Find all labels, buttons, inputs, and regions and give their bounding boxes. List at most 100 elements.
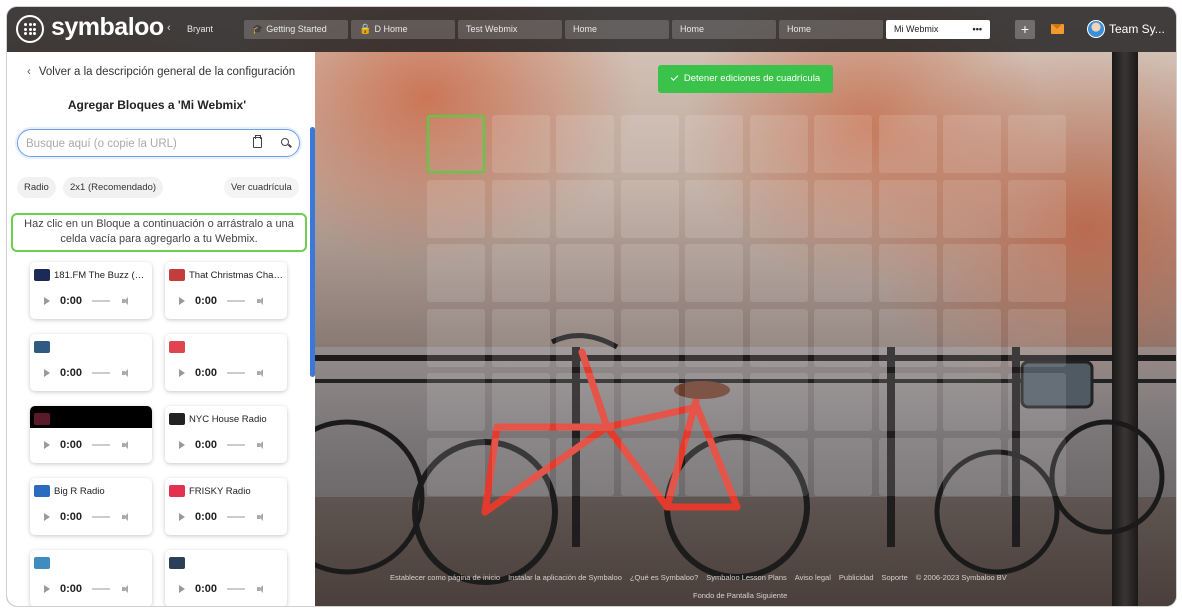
grid-cell[interactable] — [427, 437, 485, 496]
seek-bar[interactable] — [227, 444, 245, 446]
grid-cell[interactable] — [685, 115, 743, 173]
seek-bar[interactable] — [227, 516, 245, 518]
grid-cell[interactable] — [814, 115, 872, 173]
grid-cell[interactable] — [749, 244, 808, 302]
mail-icon[interactable] — [1051, 24, 1064, 34]
avatar[interactable] — [1087, 20, 1105, 38]
footer-link[interactable]: Establecer como página de inicio — [390, 573, 500, 582]
volume-icon[interactable] — [257, 513, 266, 521]
seek-bar[interactable] — [92, 444, 110, 446]
footer-link[interactable]: Instalar la aplicación de Symbaloo — [508, 573, 622, 582]
back-to-settings-link[interactable]: ‹ Volver a la descripción general de la c… — [27, 66, 295, 78]
tab-home-3[interactable]: Home — [779, 20, 883, 39]
grid-cell[interactable] — [620, 308, 679, 367]
grid-cell[interactable] — [749, 179, 808, 238]
grid-cell[interactable] — [427, 308, 485, 367]
grid-cell[interactable] — [878, 373, 937, 431]
seek-bar[interactable] — [92, 516, 110, 518]
station-card[interactable]: NYC House Radio 0:00 — [165, 406, 287, 463]
user-name[interactable]: Team Sy... — [1109, 22, 1165, 36]
grid-cell[interactable] — [685, 437, 743, 496]
volume-icon[interactable] — [257, 369, 266, 377]
volume-icon[interactable] — [257, 297, 266, 305]
grid-cell[interactable] — [491, 437, 550, 496]
chevron-left-icon[interactable]: ‹ — [167, 22, 171, 34]
volume-icon[interactable] — [122, 369, 131, 377]
seek-bar[interactable] — [92, 300, 110, 302]
station-card[interactable]: Big R Radio 0:00 — [30, 478, 152, 535]
tab-user-webmix[interactable]: Bryant — [179, 20, 249, 39]
footer-link[interactable]: Soporte — [882, 573, 908, 582]
grid-cell[interactable] — [814, 373, 872, 431]
play-icon[interactable] — [179, 441, 185, 449]
volume-icon[interactable] — [257, 585, 266, 593]
grid-cell[interactable] — [685, 244, 743, 302]
grid-cell[interactable] — [749, 115, 808, 173]
grid-cell[interactable] — [1007, 308, 1066, 367]
grid-cell[interactable] — [620, 179, 679, 238]
grid-cell[interactable] — [1007, 244, 1066, 302]
station-card[interactable]: 0:00 — [165, 334, 287, 391]
station-card[interactable]: 0:00 — [30, 550, 152, 606]
footer-link[interactable]: Symbaloo Lesson Plans — [706, 573, 786, 582]
grid-cell[interactable] — [878, 179, 937, 238]
grid-cell[interactable] — [685, 308, 743, 367]
grid-cell[interactable] — [1007, 115, 1066, 173]
grid-cell[interactable] — [427, 179, 485, 238]
grid-cell[interactable] — [491, 373, 550, 431]
panel-scrollbar[interactable] — [310, 127, 315, 377]
seek-bar[interactable] — [92, 372, 110, 374]
grid-cell[interactable] — [491, 244, 550, 302]
footer-link[interactable]: Publicidad — [839, 573, 874, 582]
play-icon[interactable] — [179, 369, 185, 377]
play-icon[interactable] — [44, 513, 50, 521]
station-card[interactable]: That Christmas Chan... 0:00 — [165, 262, 287, 319]
grid-cell[interactable] — [491, 115, 550, 173]
grid-cell[interactable] — [814, 179, 872, 238]
category-filter-chip[interactable]: Radio — [17, 177, 56, 198]
grid-cell[interactable] — [620, 373, 679, 431]
volume-icon[interactable] — [257, 441, 266, 449]
grid-cell[interactable] — [943, 115, 1001, 173]
grid-cell-selected[interactable] — [427, 115, 485, 173]
volume-icon[interactable] — [122, 585, 131, 593]
add-webmix-button[interactable]: + — [1015, 20, 1035, 39]
view-grid-button[interactable]: Ver cuadrícula — [224, 177, 299, 198]
play-icon[interactable] — [179, 585, 185, 593]
station-card[interactable]: FRISKY Radio 0:00 — [165, 478, 287, 535]
grid-cell[interactable] — [749, 437, 808, 496]
symbaloo-logo[interactable]: symbaloo — [51, 13, 164, 42]
grid-cell[interactable] — [491, 308, 550, 367]
tab-home-1[interactable]: Home — [565, 20, 669, 39]
grid-cell[interactable] — [556, 244, 614, 302]
more-icon[interactable]: ••• — [973, 20, 982, 39]
grid-cell[interactable] — [814, 437, 872, 496]
footer-link[interactable]: © 2006-2023 Symbaloo BV — [916, 573, 1007, 582]
grid-cell[interactable] — [620, 115, 679, 173]
tab-getting-started[interactable]: 🎓 Getting Started — [244, 20, 348, 39]
play-icon[interactable] — [44, 369, 50, 377]
tab-d-home[interactable]: 🔒 D Home — [351, 20, 455, 39]
grid-cell[interactable] — [427, 373, 485, 431]
grid-cell[interactable] — [620, 244, 679, 302]
grid-cell[interactable] — [556, 373, 614, 431]
grid-cell[interactable] — [943, 373, 1001, 431]
grid-cell[interactable] — [749, 373, 808, 431]
tab-home-2[interactable]: Home — [672, 20, 776, 39]
station-card[interactable]: 181.FM The Buzz (Alt. ... 0:00 — [30, 262, 152, 319]
grid-cell[interactable] — [685, 179, 743, 238]
grid-cell[interactable] — [878, 244, 937, 302]
station-card[interactable]: 0:00 — [30, 406, 152, 463]
seek-bar[interactable] — [227, 588, 245, 590]
grid-cell[interactable] — [749, 308, 808, 367]
grid-cell[interactable] — [878, 308, 937, 367]
footer-link[interactable]: Aviso legal — [795, 573, 831, 582]
search-input[interactable] — [26, 135, 236, 152]
play-icon[interactable] — [179, 297, 185, 305]
next-background-link[interactable]: Fondo de Pantalla Siguiente — [693, 591, 787, 600]
grid-cell[interactable] — [1007, 437, 1066, 496]
seek-bar[interactable] — [227, 372, 245, 374]
grid-cell[interactable] — [491, 179, 550, 238]
size-filter-chip[interactable]: 2x1 (Recomendado) — [63, 177, 164, 198]
play-icon[interactable] — [179, 513, 185, 521]
